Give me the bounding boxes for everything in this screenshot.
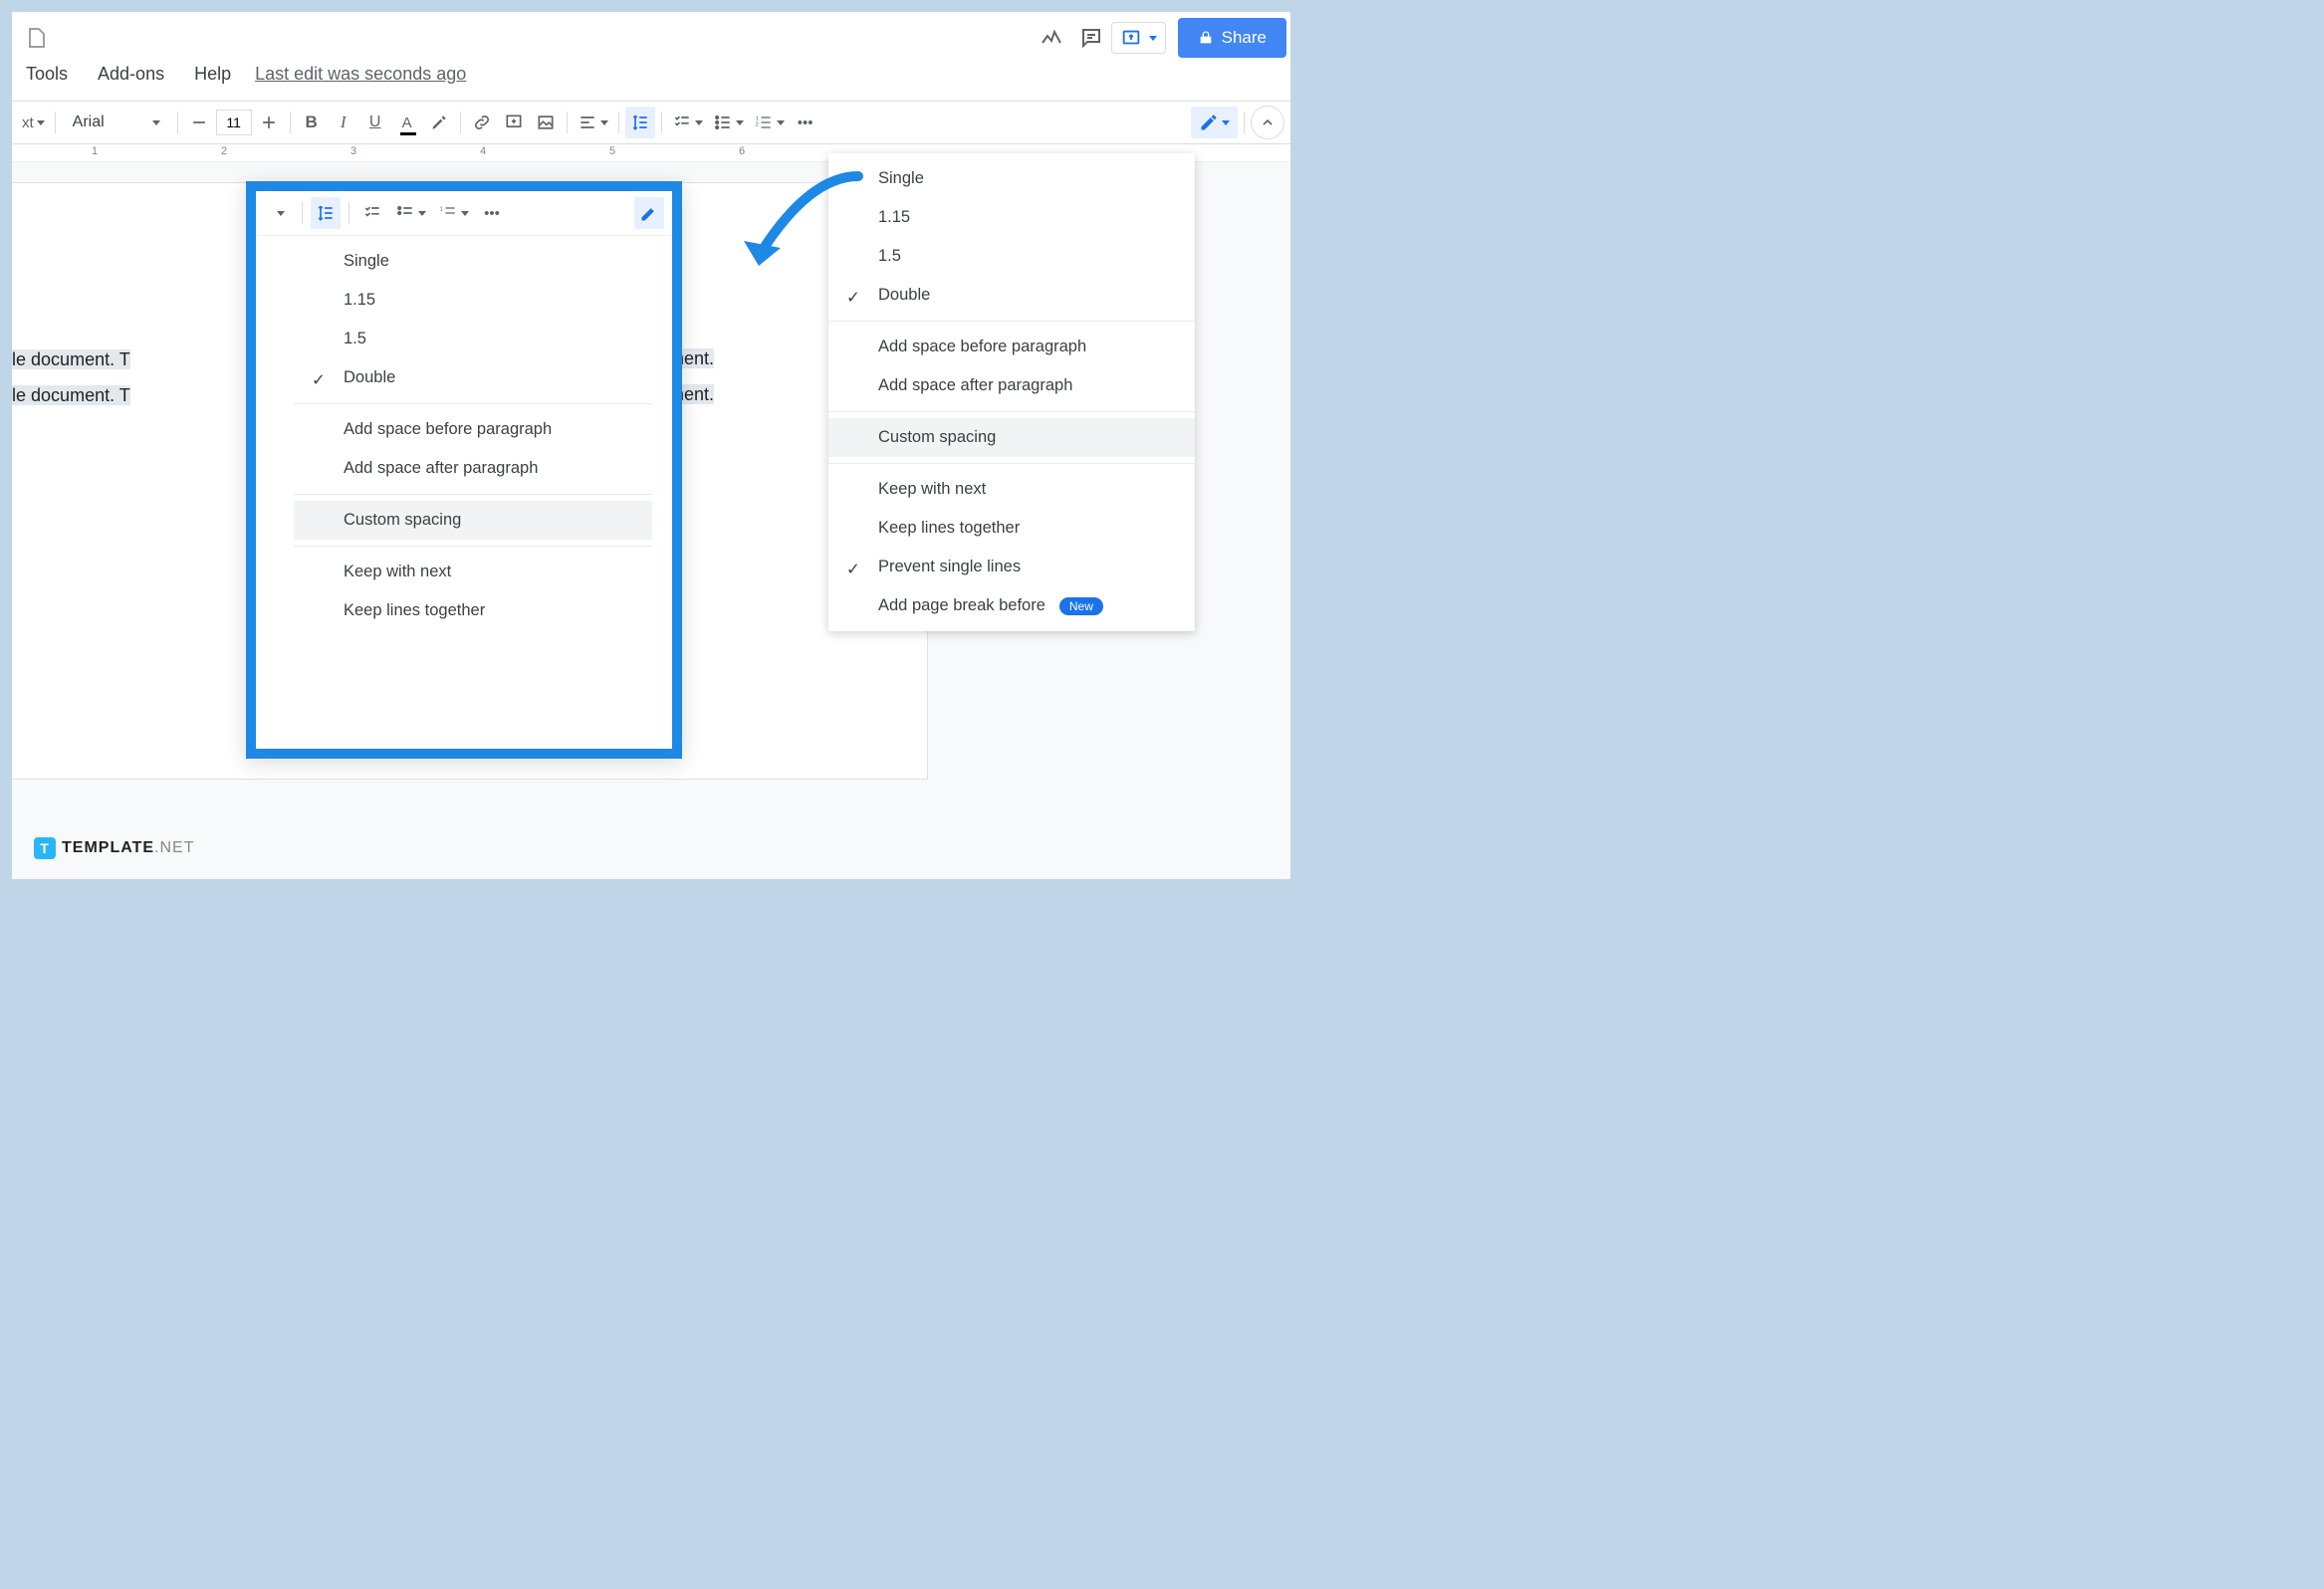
- numbered-list-button[interactable]: 12: [750, 107, 789, 138]
- editing-mode-button[interactable]: [1191, 107, 1238, 138]
- spacing-15[interactable]: 1.5: [828, 237, 1195, 276]
- new-badge: New: [1059, 597, 1103, 615]
- share-button[interactable]: Share: [1178, 18, 1286, 58]
- share-label: Share: [1222, 28, 1267, 48]
- checklist-button[interactable]: [668, 107, 707, 138]
- callout-line-spacing-button[interactable]: [311, 197, 341, 229]
- callout-numbered-button[interactable]: 1: [434, 197, 473, 229]
- highlight-button[interactable]: [424, 107, 454, 138]
- spacing-single[interactable]: Single: [828, 159, 1195, 198]
- callout-spacing-custom[interactable]: Custom spacing: [294, 501, 652, 540]
- check-icon: ✓: [312, 370, 326, 390]
- menu-tools[interactable]: Tools: [12, 60, 82, 89]
- callout-zoom: 1 ••• Single 1.15 1.5 ✓Double Add space …: [246, 181, 682, 759]
- callout-spacing-115[interactable]: 1.15: [294, 281, 652, 320]
- spacing-double[interactable]: ✓Double: [828, 276, 1195, 315]
- svg-text:1: 1: [440, 207, 443, 213]
- callout-spacing-double[interactable]: ✓Double: [294, 358, 652, 397]
- activity-icon[interactable]: [1032, 18, 1071, 58]
- watermark-logo: T: [34, 837, 56, 859]
- watermark-brand: TEMPLATE: [62, 839, 154, 856]
- callout-spacing-15[interactable]: 1.5: [294, 320, 652, 358]
- callout-line-spacing-menu: Single 1.15 1.5 ✓Double Add space before…: [294, 236, 652, 636]
- increase-font-button[interactable]: [254, 107, 284, 138]
- svg-text:2: 2: [755, 121, 758, 127]
- bold-button[interactable]: B: [297, 107, 327, 138]
- font-size-input[interactable]: 11: [216, 110, 252, 135]
- menu-separator: [828, 321, 1195, 322]
- doc-home-icon[interactable]: [16, 18, 56, 58]
- selected-text-1a: a sample document. T: [12, 349, 130, 369]
- hide-menus-button[interactable]: [1251, 106, 1284, 139]
- titlebar: Share: [12, 12, 1290, 56]
- italic-button[interactable]: I: [329, 107, 358, 138]
- selected-text-2a: a sample document. T: [12, 385, 130, 405]
- callout-spacing-after[interactable]: Add space after paragraph: [294, 449, 652, 488]
- callout-spacing-keeplines[interactable]: Keep lines together: [294, 591, 652, 630]
- font-size-control: 11: [184, 107, 284, 138]
- menu-help[interactable]: Help: [180, 60, 245, 89]
- spacing-prevent[interactable]: ✓Prevent single lines: [828, 548, 1195, 586]
- menubar: Tools Add-ons Help Last edit was seconds…: [12, 56, 1290, 101]
- callout-bulleted-button[interactable]: [391, 197, 430, 229]
- insert-image-button[interactable]: [531, 107, 561, 138]
- menu-separator: [294, 546, 652, 547]
- decrease-font-button[interactable]: [184, 107, 214, 138]
- callout-spacing-single[interactable]: Single: [294, 242, 652, 281]
- more-button[interactable]: •••: [791, 107, 820, 138]
- underline-button[interactable]: U: [360, 107, 390, 138]
- callout-checklist-button[interactable]: [357, 197, 387, 229]
- text-color-button[interactable]: A: [392, 107, 422, 138]
- spacing-after[interactable]: Add space after paragraph: [828, 366, 1195, 405]
- spacing-keepnext[interactable]: Keep with next: [828, 470, 1195, 509]
- menu-separator: [294, 403, 652, 404]
- edit-status[interactable]: Last edit was seconds ago: [255, 64, 466, 85]
- spacing-115[interactable]: 1.15: [828, 198, 1195, 237]
- check-icon: ✓: [846, 560, 860, 579]
- spacing-custom[interactable]: Custom spacing: [828, 418, 1195, 457]
- insert-link-button[interactable]: [467, 107, 497, 138]
- app-frame: Share Tools Add-ons Help Last edit was s…: [12, 12, 1290, 879]
- font-family-dropdown[interactable]: Arial: [62, 111, 171, 134]
- styles-dropdown[interactable]: xt: [18, 107, 49, 138]
- callout-spacing-keepnext[interactable]: Keep with next: [294, 553, 652, 591]
- comments-icon[interactable]: [1071, 18, 1111, 58]
- align-button[interactable]: [574, 107, 612, 138]
- callout-more-button[interactable]: •••: [477, 197, 507, 229]
- callout-spacing-before[interactable]: Add space before paragraph: [294, 410, 652, 449]
- annotation-arrow: [709, 166, 878, 306]
- menu-separator: [294, 494, 652, 495]
- bulleted-list-button[interactable]: [709, 107, 748, 138]
- menu-separator: [828, 463, 1195, 464]
- line-spacing-button[interactable]: [625, 107, 655, 138]
- spacing-pagebreak[interactable]: Add page break beforeNew: [828, 586, 1195, 625]
- watermark: T TEMPLATE.NET: [34, 837, 194, 859]
- callout-toolbar: 1 •••: [256, 191, 672, 236]
- callout-caret[interactable]: [264, 197, 294, 229]
- callout-edit-button[interactable]: [634, 197, 664, 229]
- toolbar: xt Arial 11 B I U A 12 •••: [12, 101, 1290, 144]
- watermark-suffix: .NET: [154, 839, 194, 856]
- line-spacing-menu: Single 1.15 1.5 ✓Double Add space before…: [828, 153, 1195, 631]
- menu-separator: [828, 411, 1195, 412]
- add-comment-button[interactable]: [499, 107, 529, 138]
- spacing-before[interactable]: Add space before paragraph: [828, 328, 1195, 366]
- present-button[interactable]: [1111, 22, 1166, 54]
- spacing-keeplines[interactable]: Keep lines together: [828, 509, 1195, 548]
- menu-addons[interactable]: Add-ons: [84, 60, 178, 89]
